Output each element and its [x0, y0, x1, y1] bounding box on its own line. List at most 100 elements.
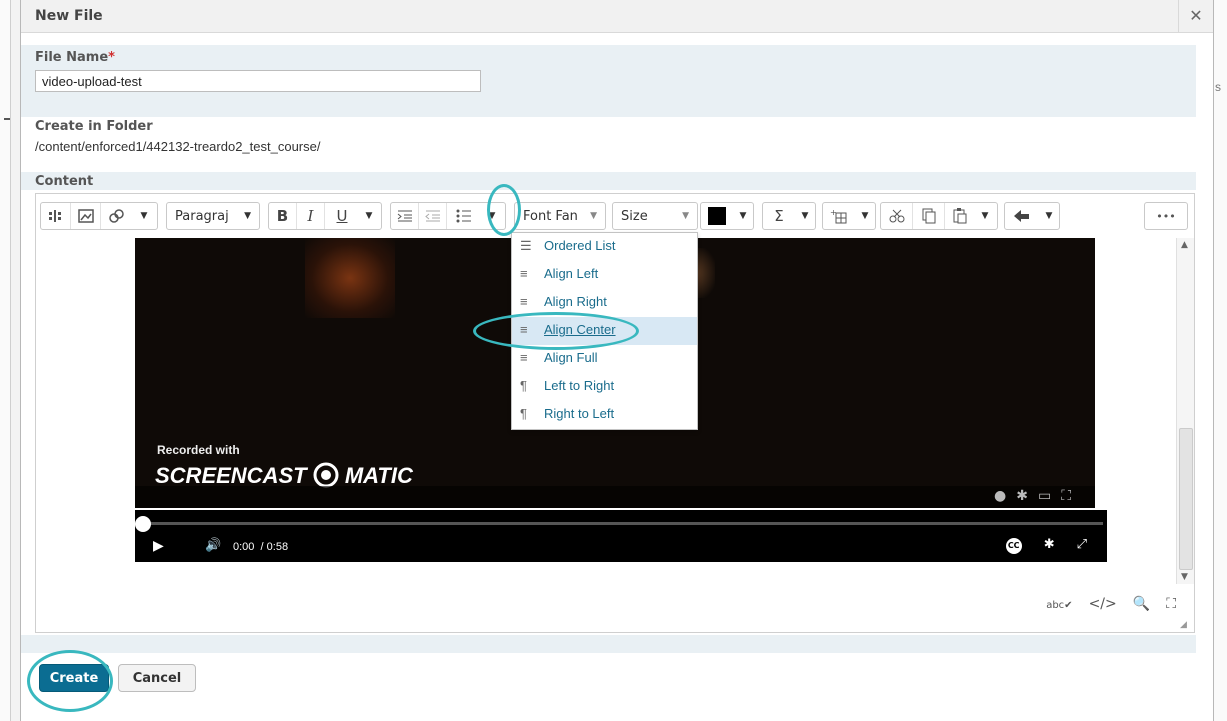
- link-dropdown-button[interactable]: ▼: [133, 203, 155, 229]
- table-group: + ▼: [822, 202, 876, 230]
- dropdown-item-left-to-right[interactable]: ¶ Left to Right: [512, 373, 697, 401]
- italic-button[interactable]: I: [297, 203, 325, 229]
- recorded-with-text: Recorded with: [157, 443, 240, 457]
- text-color-swatch: [708, 207, 726, 225]
- file-name-label-text: File Name: [35, 50, 109, 65]
- content-section-band: [21, 172, 1196, 190]
- font-family-select[interactable]: Font Fan ▼: [514, 202, 606, 230]
- image-icon: [77, 209, 94, 223]
- copy-icon: [922, 208, 935, 224]
- ordered-list-icon: ☰: [520, 238, 532, 253]
- undo-group: ▼: [1004, 202, 1060, 230]
- undo-icon: [1014, 210, 1029, 222]
- video-progress-knob[interactable]: [135, 516, 151, 532]
- equation-dropdown-button[interactable]: ▼: [795, 203, 815, 229]
- dialog-titlebar: New File ✕: [21, 0, 1213, 33]
- undo-button[interactable]: [1005, 203, 1039, 229]
- scroll-thumb[interactable]: [1179, 428, 1193, 570]
- resize-grip-icon[interactable]: ◢: [1180, 620, 1190, 630]
- outdent-button[interactable]: [419, 203, 447, 229]
- copy-button[interactable]: [913, 203, 945, 229]
- cancel-button[interactable]: Cancel: [118, 664, 196, 692]
- highlight-ring-create: [27, 650, 113, 712]
- duration: / 0:58: [260, 541, 289, 553]
- video-time: 0:00 / 0:58: [233, 541, 288, 553]
- dropdown-item-ordered-list[interactable]: ☰ Ordered List: [512, 233, 697, 261]
- frame-marker: [4, 118, 10, 120]
- insert-image-button[interactable]: [71, 203, 101, 229]
- text-style-group: B I U ▼: [268, 202, 382, 230]
- dropdown-item-label: Align Right: [544, 294, 607, 309]
- preview-icon[interactable]: 🔍: [1133, 596, 1150, 612]
- editor-statusbar: abc✔ </> 🔍 ⛶ ◢: [36, 586, 1194, 630]
- scissors-icon: [889, 209, 904, 223]
- text-style-dropdown-button[interactable]: ▼: [359, 203, 379, 229]
- chevron-down-icon: ▼: [140, 211, 148, 221]
- dropdown-item-right-to-left[interactable]: ¶ Right to Left: [512, 401, 697, 429]
- insert-table-button[interactable]: +: [823, 203, 855, 229]
- chevron-down-icon: ▼: [1045, 211, 1053, 221]
- align-right-icon: ≡: [520, 294, 528, 309]
- align-full-icon: ≡: [520, 350, 528, 365]
- dialog-title: New File: [35, 8, 103, 24]
- insert-stuff-icon: [48, 210, 61, 222]
- indent-button[interactable]: [391, 203, 419, 229]
- paste-dropdown-button[interactable]: ▼: [975, 203, 995, 229]
- chevron-down-icon: ▼: [590, 211, 597, 221]
- underline-button[interactable]: U: [325, 203, 359, 229]
- fullscreen-icon: ⛶: [1061, 488, 1081, 504]
- scroll-down-icon[interactable]: ▼: [1181, 572, 1188, 582]
- ltr-icon: ¶: [520, 378, 527, 393]
- table-dropdown-button[interactable]: ▼: [855, 203, 875, 229]
- fullscreen-icon[interactable]: ⤢: [1077, 537, 1087, 552]
- player-right-controls: CC ✱ ⤢: [984, 537, 1087, 554]
- file-name-input[interactable]: [35, 70, 481, 92]
- background-frame-left: [0, 0, 11, 721]
- font-size-select[interactable]: Size ▼: [612, 202, 698, 230]
- chevron-down-icon: ▼: [244, 211, 251, 221]
- paragraph-format-label: Paragraj: [175, 208, 229, 224]
- dropdown-item-align-left[interactable]: ≡ Align Left: [512, 261, 697, 289]
- volume-icon[interactable]: 🔊: [205, 538, 221, 553]
- paragraph-format-select[interactable]: Paragraj ▼: [166, 202, 260, 230]
- table-icon: +: [830, 208, 847, 224]
- theater-icon: ▭: [1037, 488, 1062, 504]
- text-color-dropdown-button[interactable]: ▼: [733, 203, 753, 229]
- unordered-list-button[interactable]: [447, 203, 481, 229]
- rtl-icon: ¶: [520, 406, 527, 421]
- clipboard-group: ▼: [880, 202, 998, 230]
- text-color-button[interactable]: [701, 203, 733, 229]
- video-progress-track[interactable]: [143, 522, 1103, 525]
- undo-dropdown-button[interactable]: ▼: [1039, 203, 1059, 229]
- scroll-up-icon[interactable]: ▲: [1181, 240, 1188, 250]
- gear-icon[interactable]: ✱: [1044, 537, 1055, 552]
- source-code-icon[interactable]: </>: [1089, 596, 1117, 612]
- preview-controls-bar: ●✱▭⛶: [135, 486, 1095, 508]
- paste-button[interactable]: [945, 203, 975, 229]
- captions-icon[interactable]: CC: [1005, 538, 1022, 554]
- required-marker: *: [108, 50, 115, 65]
- dropdown-item-label: Right to Left: [544, 406, 615, 421]
- video-player[interactable]: ▶ 🔊 0:00 / 0:58 CC ✱ ⤢: [135, 510, 1107, 562]
- bullet-list-icon: [456, 209, 471, 223]
- editor-scrollbar[interactable]: ▲ ▼: [1176, 238, 1194, 584]
- equation-button[interactable]: Σ: [763, 203, 795, 229]
- bold-button[interactable]: B: [269, 203, 297, 229]
- close-icon[interactable]: ✕: [1178, 0, 1213, 32]
- fullscreen-icon[interactable]: ⛶: [1166, 596, 1176, 612]
- highlight-ring-list-dropdown: [487, 184, 521, 236]
- cut-button[interactable]: [881, 203, 913, 229]
- video-frame-light: [305, 238, 395, 318]
- spellcheck-icon[interactable]: abc✔: [1046, 600, 1072, 611]
- more-actions-button[interactable]: •••: [1145, 203, 1187, 229]
- insert-link-button[interactable]: [101, 203, 133, 229]
- align-left-icon: ≡: [520, 266, 528, 281]
- insert-stuff-button[interactable]: [41, 203, 71, 229]
- paste-icon: [953, 208, 967, 224]
- indent-icon: [397, 210, 412, 222]
- frame-fragment: s: [1215, 80, 1221, 94]
- play-icon[interactable]: ▶: [153, 538, 164, 554]
- dropdown-item-label: Align Left: [544, 266, 599, 281]
- font-size-label: Size: [621, 208, 648, 224]
- dropdown-item-label: Left to Right: [544, 378, 615, 393]
